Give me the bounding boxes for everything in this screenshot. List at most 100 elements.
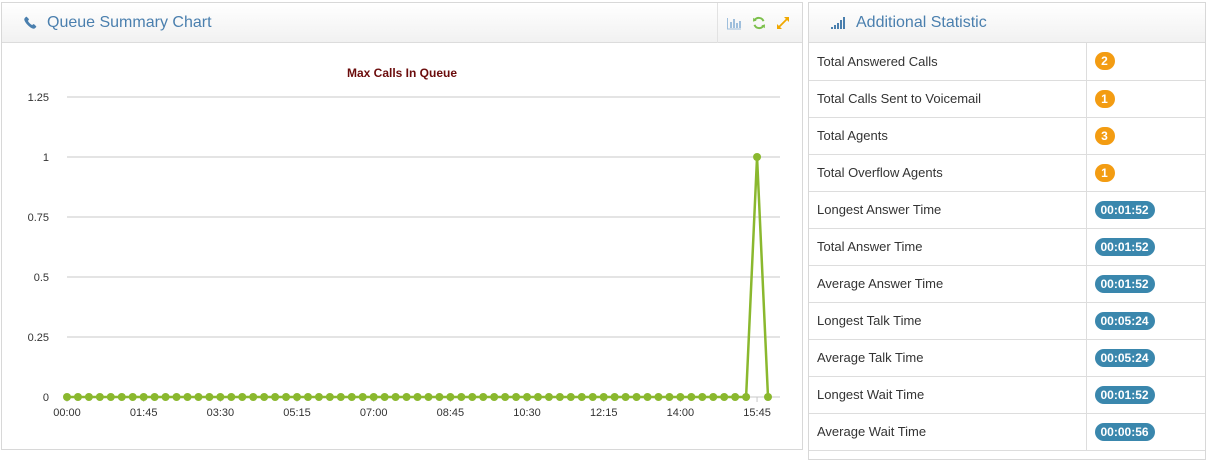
data-point[interactable] xyxy=(128,393,137,401)
data-point[interactable] xyxy=(687,393,696,401)
data-point[interactable] xyxy=(555,393,564,401)
data-point[interactable] xyxy=(369,393,378,401)
data-point[interactable] xyxy=(325,393,334,401)
data-point[interactable] xyxy=(435,393,444,401)
time-badge: 00:01:52 xyxy=(1094,385,1155,404)
count-badge: 3 xyxy=(1094,126,1115,145)
time-badge: 00:01:52 xyxy=(1094,237,1155,256)
data-point[interactable] xyxy=(271,393,280,401)
data-point[interactable] xyxy=(336,393,345,401)
queue-summary-chart-panel: Queue Summary Chart Max Calls In Queue 0… xyxy=(1,2,803,450)
data-point[interactable] xyxy=(238,393,247,401)
data-point[interactable] xyxy=(205,393,214,401)
data-point[interactable] xyxy=(106,393,115,401)
data-point[interactable] xyxy=(117,393,126,401)
time-badge: 00:05:24 xyxy=(1094,311,1155,330)
data-point[interactable] xyxy=(533,393,542,401)
data-point[interactable] xyxy=(358,393,367,401)
stat-label: Total Agents xyxy=(809,116,1087,155)
data-point[interactable] xyxy=(731,393,740,401)
stat-label: Longest Answer Time xyxy=(809,190,1087,229)
stat-row: Longest Wait Time 00:01:52 xyxy=(809,375,1205,414)
stat-label: Average Answer Time xyxy=(809,264,1087,303)
data-point[interactable] xyxy=(709,393,718,401)
data-point[interactable] xyxy=(544,393,553,401)
data-point[interactable] xyxy=(446,393,455,401)
data-point[interactable] xyxy=(632,393,641,401)
data-point[interactable] xyxy=(402,393,411,401)
data-point[interactable] xyxy=(84,393,93,401)
stat-value-cell: 00:01:52 xyxy=(1085,190,1205,229)
phone-icon xyxy=(24,16,37,29)
data-point[interactable] xyxy=(523,393,532,401)
data-point[interactable] xyxy=(380,393,389,401)
data-point[interactable] xyxy=(643,393,652,401)
data-point[interactable] xyxy=(63,393,71,401)
data-point[interactable] xyxy=(764,393,772,401)
expand-icon[interactable] xyxy=(776,16,790,30)
stat-label: Average Talk Time xyxy=(809,338,1087,377)
data-point[interactable] xyxy=(698,393,707,401)
data-point[interactable] xyxy=(457,393,466,401)
data-point[interactable] xyxy=(501,393,510,401)
chart-panel-title: Queue Summary Chart xyxy=(47,13,212,31)
data-point[interactable] xyxy=(293,393,302,401)
stat-row: Total Answer Time 00:01:52 xyxy=(809,227,1205,266)
x-tick-label: 10:30 xyxy=(513,407,541,419)
stat-label: Total Answer Time xyxy=(809,227,1087,266)
data-point[interactable] xyxy=(676,393,685,401)
data-point[interactable] xyxy=(260,393,269,401)
data-point[interactable] xyxy=(172,393,181,401)
data-point[interactable] xyxy=(577,393,586,401)
data-point[interactable] xyxy=(249,393,258,401)
x-tick-label: 07:00 xyxy=(360,407,388,419)
data-point[interactable] xyxy=(95,393,104,401)
data-point[interactable] xyxy=(73,393,82,401)
data-point[interactable] xyxy=(654,393,663,401)
stat-row: Average Wait Time 00:00:56 xyxy=(809,412,1205,451)
data-point[interactable] xyxy=(216,393,225,401)
stat-value-cell: 00:01:52 xyxy=(1085,375,1205,414)
data-point[interactable] xyxy=(391,393,400,401)
data-point[interactable] xyxy=(150,393,159,401)
data-point[interactable] xyxy=(490,393,499,401)
data-point[interactable] xyxy=(479,393,488,401)
data-point[interactable] xyxy=(665,393,674,401)
data-point[interactable] xyxy=(512,393,521,401)
data-point[interactable] xyxy=(753,153,762,161)
x-tick-label: 00:00 xyxy=(53,407,81,419)
stat-row: Average Talk Time 00:05:24 xyxy=(809,338,1205,377)
data-point[interactable] xyxy=(282,393,291,401)
data-point[interactable] xyxy=(621,393,630,401)
y-tick-label: 0.75 xyxy=(28,212,49,224)
refresh-icon[interactable] xyxy=(752,16,766,30)
data-point[interactable] xyxy=(610,393,619,401)
time-badge: 00:05:24 xyxy=(1094,348,1155,367)
data-point[interactable] xyxy=(413,393,422,401)
stats-panel-header: Additional Statistic xyxy=(809,3,1205,43)
bar-chart-icon[interactable] xyxy=(726,16,742,30)
data-point[interactable] xyxy=(599,393,608,401)
y-tick-label: 0.25 xyxy=(28,332,49,344)
data-point[interactable] xyxy=(742,393,751,401)
data-point[interactable] xyxy=(161,393,170,401)
stat-value-cell: 00:05:24 xyxy=(1085,338,1205,377)
data-point[interactable] xyxy=(566,393,575,401)
data-point[interactable] xyxy=(183,393,192,401)
data-point[interactable] xyxy=(314,393,323,401)
x-tick-label: 03:30 xyxy=(207,407,235,419)
data-point[interactable] xyxy=(227,393,236,401)
data-point[interactable] xyxy=(347,393,356,401)
data-point[interactable] xyxy=(468,393,477,401)
y-tick-label: 1 xyxy=(43,152,49,164)
stat-value-cell: 1 xyxy=(1085,79,1205,118)
data-point[interactable] xyxy=(720,393,729,401)
stat-value-cell: 2 xyxy=(1085,43,1205,81)
data-point[interactable] xyxy=(139,393,148,401)
data-point[interactable] xyxy=(424,393,433,401)
data-point[interactable] xyxy=(588,393,597,401)
data-point[interactable] xyxy=(303,393,312,401)
time-badge: 00:00:56 xyxy=(1094,422,1155,441)
data-point[interactable] xyxy=(194,393,203,401)
stat-value-cell: 00:00:56 xyxy=(1085,412,1205,451)
